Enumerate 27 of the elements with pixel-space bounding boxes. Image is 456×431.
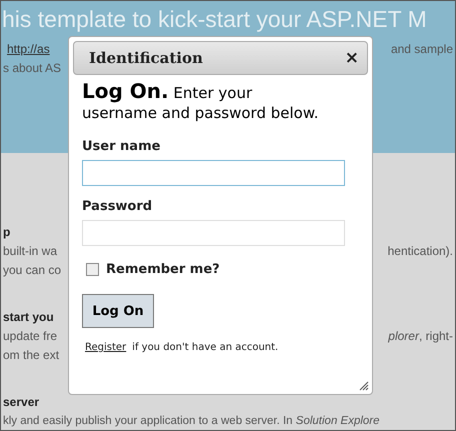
intro-text: Log On. Enter your username and password below. [82, 81, 320, 123]
body-text: and sample [390, 42, 453, 56]
checkbox[interactable] [86, 263, 99, 276]
body-text: hentication). [388, 244, 453, 258]
body-text: built-in wa [3, 244, 58, 258]
body-text: kly and easily publish your application to a web server. In Solution Explore [3, 414, 380, 426]
log-on-button[interactable]: Log On [82, 294, 154, 328]
body-text: om the ext [3, 348, 60, 362]
url-link[interactable]: http://as [7, 42, 50, 56]
input-field[interactable] [82, 160, 345, 186]
body-text: plorer, right- [388, 328, 453, 342]
dialog-title: Identification [89, 49, 203, 67]
register-link[interactable]: Register [85, 342, 126, 353]
section-heading: p [3, 224, 10, 238]
page-heading: his template to kick-start your ASP.NET M [2, 5, 428, 34]
field-label: User name [82, 139, 162, 154]
body-text: update fre [3, 328, 58, 342]
resize-grip-icon[interactable] [359, 381, 369, 391]
field-label: Password [82, 199, 154, 214]
section-heading: server [3, 394, 40, 408]
checkbox-label: Remember me? [106, 262, 220, 277]
section-heading: start you [3, 310, 54, 324]
input-field[interactable] [82, 220, 345, 246]
body-text: s about AS [3, 60, 62, 74]
close-button[interactable]: × [344, 48, 359, 68]
register-hint: if you don't have an account. [132, 342, 278, 353]
body-text: you can co [3, 262, 62, 276]
